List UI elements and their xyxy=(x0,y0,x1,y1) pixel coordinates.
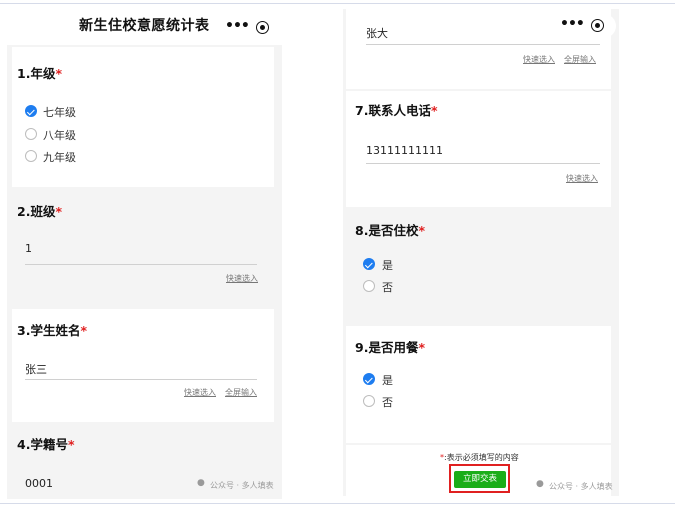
fullscreen-input-link[interactable]: 全屏输入 xyxy=(564,54,596,65)
title-bar: 新生住校意愿统计表 ••• xyxy=(7,9,282,45)
input-underline xyxy=(25,379,257,380)
question-title: 3.学生姓名* xyxy=(17,323,87,338)
quick-select-link[interactable]: 快速选入 xyxy=(226,273,258,284)
target-icon[interactable] xyxy=(256,21,269,34)
wechat-icon: ● xyxy=(197,478,205,488)
question-title: 4.学籍号* xyxy=(17,437,75,452)
question-title: 7.联系人电话* xyxy=(355,103,438,118)
question-card-name: 3.学生姓名* 张三 快速选入 全屏输入 xyxy=(12,309,274,429)
option-label: 九年级 xyxy=(43,151,76,164)
bottom-divider xyxy=(0,503,675,504)
question-card-class: 2.班级* 1 快速选入 xyxy=(12,189,274,307)
question-title: 8.是否住校* xyxy=(355,223,425,238)
option-label: 否 xyxy=(382,396,393,409)
option-label: 是 xyxy=(382,259,393,272)
question-card-boarding: 8.是否住校* 是 否 xyxy=(346,209,611,324)
option-label: 是 xyxy=(382,374,393,387)
wechat-icon: ● xyxy=(536,479,544,489)
phone-input[interactable]: 13111111111 xyxy=(366,144,443,157)
radio-option[interactable] xyxy=(25,128,37,140)
menu-capsule: ••• xyxy=(213,16,281,40)
student-id-input[interactable]: 0001 xyxy=(25,477,53,490)
top-divider xyxy=(0,3,675,4)
question-card-grade: 1.年级* 七年级 八年级 九年级 xyxy=(12,47,274,187)
input-underline xyxy=(25,264,257,265)
radio-option[interactable] xyxy=(363,280,375,292)
radio-option[interactable] xyxy=(363,373,375,385)
watermark: 公众号 · 多人填表 xyxy=(210,481,274,490)
page-title: 新生住校意愿统计表 xyxy=(79,18,210,34)
highlight-box xyxy=(449,464,510,493)
radio-option[interactable] xyxy=(363,258,375,270)
required-note: *:表示必须填写的内容 xyxy=(440,453,519,462)
more-dots-icon[interactable]: ••• xyxy=(225,18,250,34)
radio-option[interactable] xyxy=(25,105,37,117)
more-dots-icon[interactable]: ••• xyxy=(560,16,585,32)
text-input[interactable]: 张大 xyxy=(366,25,388,41)
quick-select-link[interactable]: 快速选入 xyxy=(566,173,598,184)
option-label: 八年级 xyxy=(43,129,76,142)
question-title: 9.是否用餐* xyxy=(355,340,425,355)
left-phone-screen: 新生住校意愿统计表 ••• 1.年级* 七年级 八年级 九年级 2.班级* 1 … xyxy=(7,9,282,499)
question-card-meal: 9.是否用餐* 是 否 xyxy=(346,326,611,443)
menu-capsule: ••• xyxy=(548,14,616,38)
input-underline xyxy=(366,44,600,45)
radio-option[interactable] xyxy=(25,150,37,162)
question-title: 1.年级* xyxy=(17,66,62,81)
option-label: 七年级 xyxy=(43,106,76,119)
option-label: 否 xyxy=(382,281,393,294)
right-phone-screen: 张大 快速选入 全屏输入 ••• 7.联系人电话* 13111111111 快速… xyxy=(343,9,619,496)
target-icon[interactable] xyxy=(591,19,604,32)
fullscreen-input-link[interactable]: 全屏输入 xyxy=(225,387,257,398)
question-card-phone: 7.联系人电话* 13111111111 快速选入 xyxy=(346,91,611,207)
quick-select-link[interactable]: 快速选入 xyxy=(523,54,555,65)
watermark: 公众号 · 多人填表 xyxy=(549,482,613,491)
radio-option[interactable] xyxy=(363,395,375,407)
class-input[interactable]: 1 xyxy=(25,242,32,255)
question-title: 2.班级* xyxy=(17,204,62,219)
name-input[interactable]: 张三 xyxy=(25,361,47,377)
quick-select-link[interactable]: 快速选入 xyxy=(184,387,216,398)
input-underline xyxy=(366,163,600,164)
